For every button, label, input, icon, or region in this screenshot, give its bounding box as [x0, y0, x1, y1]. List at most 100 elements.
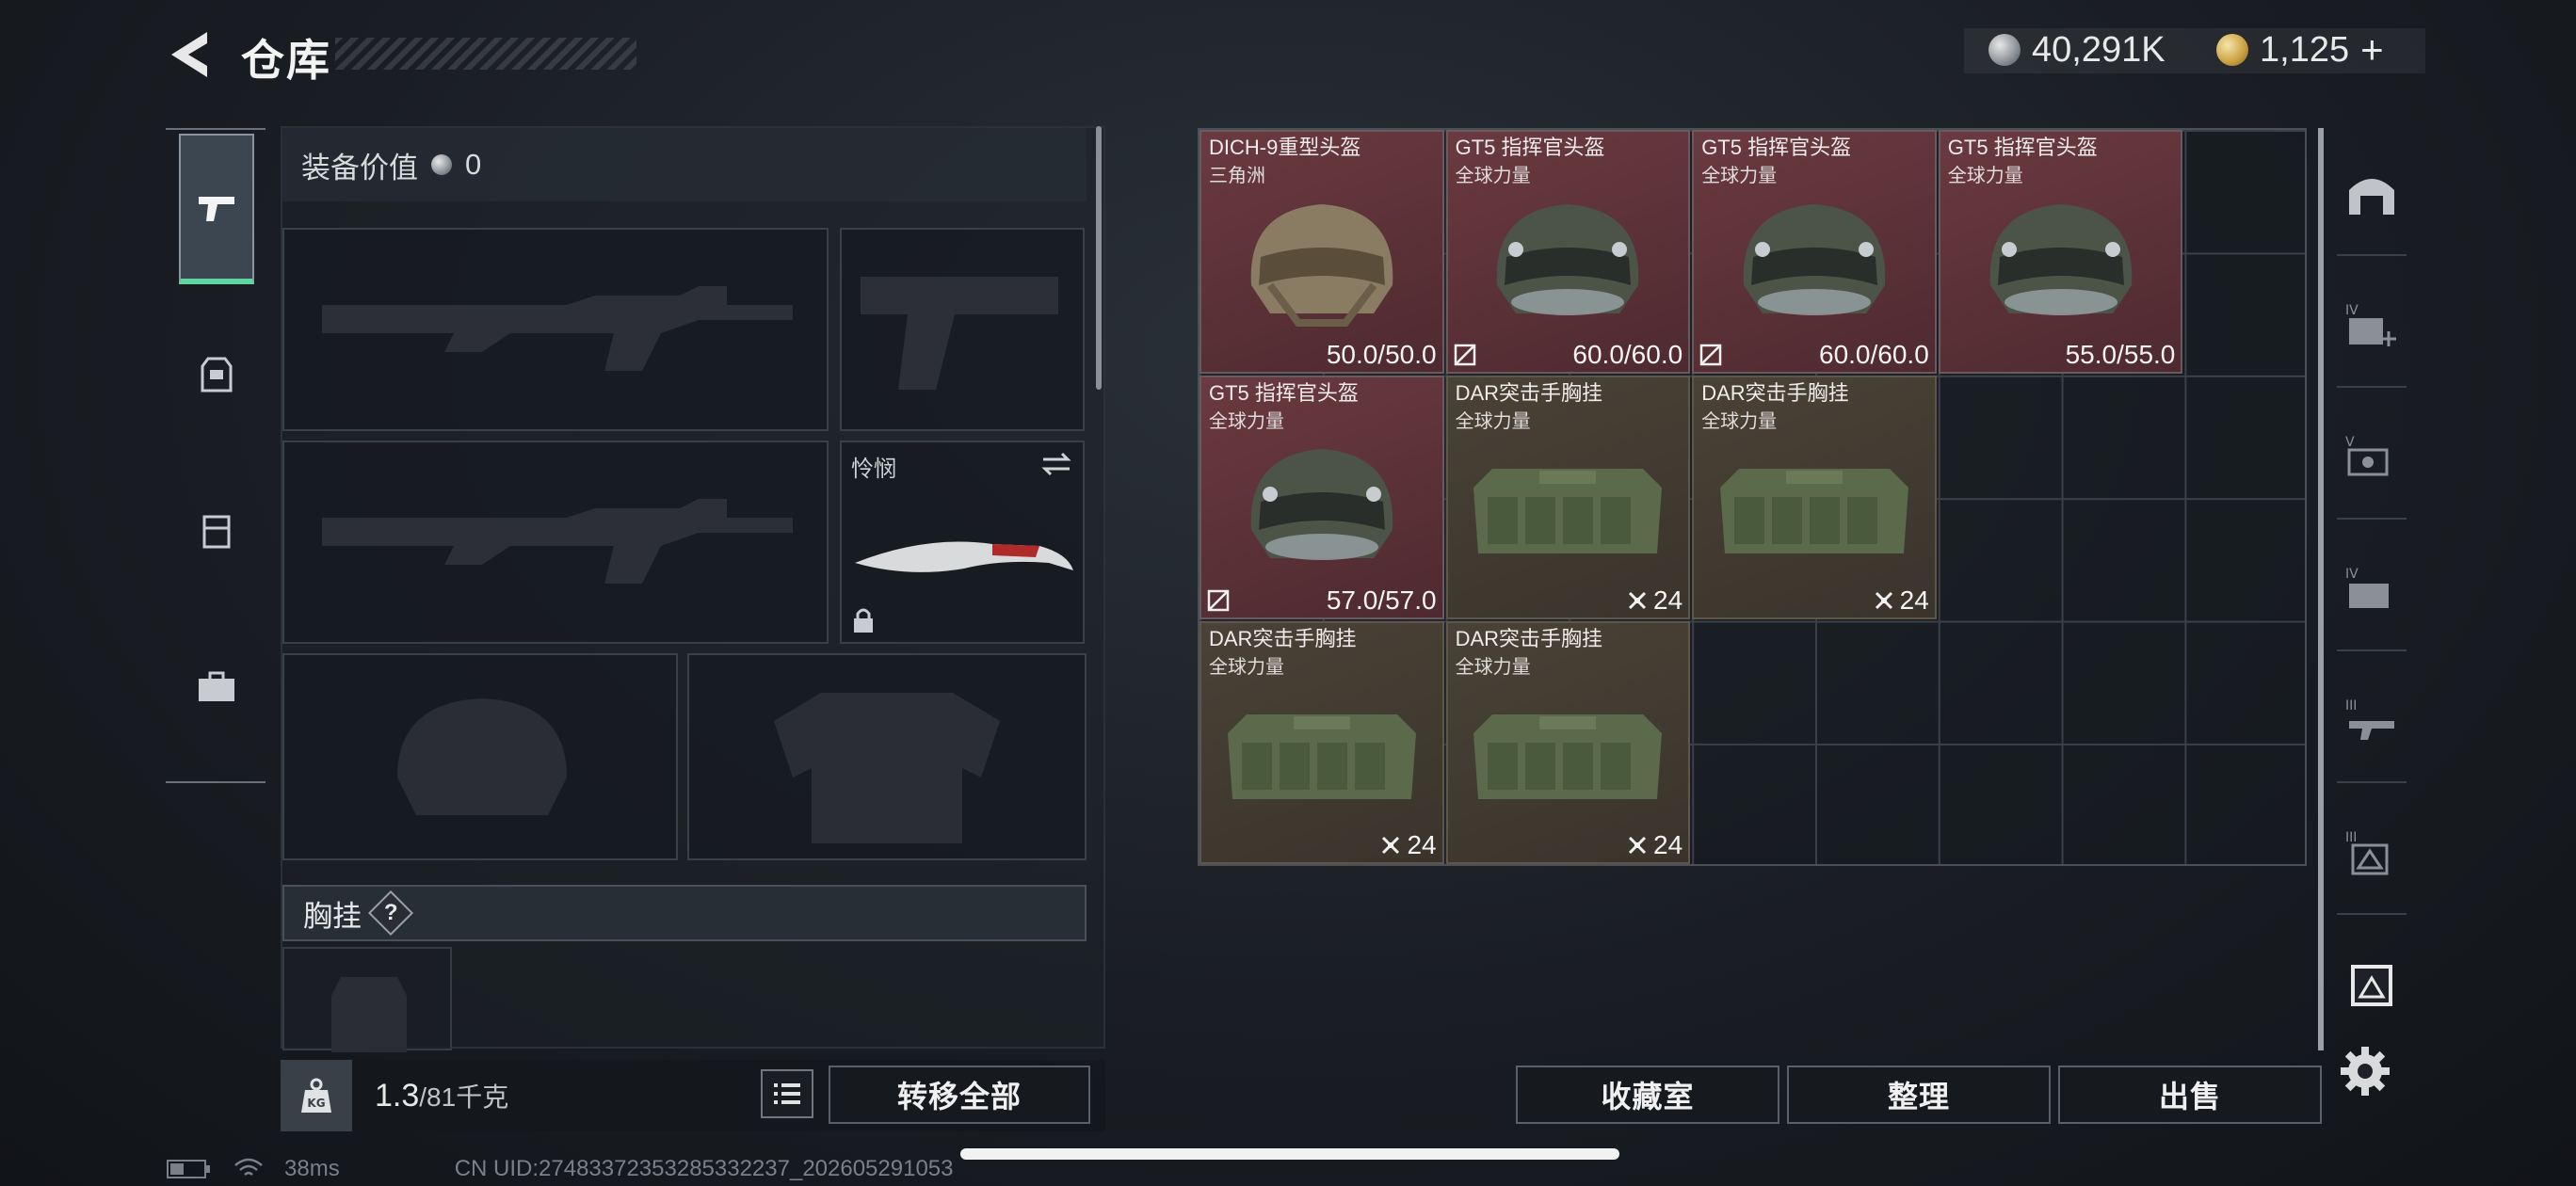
back-icon[interactable]: [166, 28, 213, 81]
tab-storage-iii-a[interactable]: III: [2337, 661, 2407, 783]
nav-weapons[interactable]: [179, 134, 254, 284]
value-coin-icon: [431, 154, 452, 175]
organize-button[interactable]: 整理: [1787, 1066, 2051, 1124]
currency-silver-value: 40,291K: [2032, 29, 2165, 70]
chest-rig-icon: [1719, 469, 1908, 554]
capacity-icon: [1875, 591, 1892, 609]
weapon-rack-icon: III: [2345, 698, 2394, 740]
karambit-icon: [855, 541, 1073, 572]
category-nav: [166, 128, 266, 783]
currency-silver: 40,291K: [1988, 26, 2165, 73]
capacity-icon: [1382, 837, 1400, 855]
chest-rig-icon: [1473, 714, 1663, 800]
inventory-item[interactable]: DAR突击手胸挂 全球力量 24: [1199, 620, 1444, 865]
list-icon: [774, 1083, 800, 1104]
nav-tools[interactable]: [179, 612, 254, 762]
item-value: 24: [1380, 830, 1437, 860]
currency-gold[interactable]: 1,125 +: [2216, 26, 2384, 73]
svg-text:KG: KG: [307, 1097, 325, 1110]
item-value: 55.0/55.0: [2066, 340, 2176, 370]
equipment-value: 0: [465, 148, 482, 181]
item-value-text: 24: [1899, 585, 1929, 615]
item-value: 57.0/57.0: [1327, 585, 1437, 616]
inventory-item[interactable]: DAR突击手胸挂 全球力量 24: [1445, 375, 1691, 619]
item-value-text: 55.0/55.0: [2065, 339, 2176, 369]
chest-rig-slot[interactable]: [282, 947, 452, 1052]
home-indicator[interactable]: [960, 1148, 1619, 1160]
title-decoration: [335, 38, 636, 70]
pistol-silhouette-icon: [861, 277, 1058, 390]
user-uid: CN UID:27483372353285332237_202605291053: [454, 1156, 954, 1181]
helmet-silhouette-icon: [397, 698, 567, 815]
tab-storage-iii-b[interactable]: III: [2337, 793, 2407, 915]
armor-icon: [201, 357, 233, 393]
commander-helmet-icon: [1250, 449, 1393, 561]
storage-expansion-icon: IV: [2345, 303, 2396, 346]
melee-name: 怜悯: [851, 457, 896, 482]
nav-backpack[interactable]: [179, 456, 254, 606]
item-name: DAR突击手胸挂: [1701, 380, 1849, 405]
item-faction: 全球力量: [1701, 410, 1778, 432]
help-icon[interactable]: ?: [367, 890, 414, 937]
storage-box-active-icon: [2351, 965, 2392, 1006]
transfer-all-button[interactable]: 转移全部: [829, 1066, 1090, 1124]
inventory-item[interactable]: GT5 指挥官头盔 全球力量 57.0/57.0: [1199, 375, 1444, 619]
storage-module-icon: V: [2345, 435, 2389, 476]
inventory-item[interactable]: GT5 指挥官头盔 全球力量 60.0/60.0: [1445, 130, 1691, 374]
collection-room-button[interactable]: 收藏室: [1516, 1066, 1779, 1124]
melee-slot[interactable]: 怜悯: [840, 441, 1085, 644]
body-armor-slot[interactable]: [687, 653, 1087, 860]
inventory-item[interactable]: DAR突击手胸挂 全球力量 24: [1692, 375, 1937, 619]
rifle-silhouette-icon: [322, 286, 793, 371]
storage-box-icon: III: [2345, 830, 2389, 875]
add-currency-button[interactable]: +: [2360, 27, 2384, 72]
ping-readout: 38ms: [284, 1156, 340, 1181]
equipment-scrollbar[interactable]: [1096, 126, 1102, 390]
item-name: GT5 指挥官头盔: [1947, 136, 2098, 159]
commander-helmet-icon: [1743, 203, 1886, 315]
sell-button[interactable]: 出售: [2058, 1066, 2322, 1124]
tab-storage-iv-a[interactable]: IV: [2337, 265, 2407, 388]
item-name: GT5 指挥官头盔: [1209, 380, 1359, 405]
list-view-button[interactable]: [761, 1069, 813, 1118]
durability-broken-icon: [1207, 589, 1230, 611]
helmet-slot[interactable]: [282, 653, 678, 860]
tab-storage-v[interactable]: V: [2337, 397, 2407, 520]
item-value-text: 60.0/60.0: [1819, 339, 1929, 369]
svg-text:V: V: [2345, 435, 2355, 450]
item-faction: 三角洲: [1209, 166, 1265, 186]
item-faction: 全球力量: [1455, 410, 1531, 432]
capacity-icon: [1628, 591, 1647, 609]
durability-broken-icon: [1454, 344, 1475, 366]
inventory-item[interactable]: DAR突击手胸挂 全球力量 24: [1445, 620, 1691, 865]
battery-icon: [167, 1160, 210, 1178]
nav-armor[interactable]: [179, 299, 254, 450]
inventory-item[interactable]: GT5 指挥官头盔 全球力量 55.0/55.0: [1938, 130, 2183, 374]
item-name: DAR突击手胸挂: [1455, 626, 1603, 650]
tab-storage-selected[interactable]: [2337, 924, 2407, 1047]
rifle-silhouette-icon: [322, 499, 793, 584]
storage-shelf-icon: IV: [2345, 567, 2389, 608]
item-value: 50.0/50.0: [1327, 340, 1437, 370]
item-value: 24: [1874, 585, 1929, 616]
commander-helmet-icon: [1989, 203, 2132, 315]
inventory-item[interactable]: GT5 指挥官头盔 全球力量 60.0/60.0: [1692, 130, 1937, 374]
silver-coin-icon: [1988, 34, 2021, 66]
gold-coin-icon: [2216, 34, 2248, 66]
tab-storage-iv-b[interactable]: IV: [2337, 529, 2407, 651]
secondary-weapon-slot[interactable]: [282, 441, 829, 644]
primary-weapon-slot[interactable]: [282, 228, 829, 431]
capacity-icon: [1628, 837, 1647, 855]
backpack-icon: [202, 515, 231, 549]
settings-gear-icon[interactable]: [2337, 1043, 2393, 1099]
chest-rig-icon: [1473, 469, 1663, 554]
inventory-item[interactable]: DICH-9重型头盔 三角洲 50.0/50.0: [1199, 130, 1444, 374]
swap-icon[interactable]: [1039, 450, 1073, 478]
item-value-text: 60.0/60.0: [1572, 339, 1683, 369]
tab-main-storage[interactable]: [2337, 134, 2407, 256]
durability-broken-icon: [1699, 344, 1722, 366]
equipment-value-bar: 装备价值 0: [281, 128, 1087, 201]
item-value-text: 24: [1407, 830, 1437, 860]
item-faction: 全球力量: [1455, 166, 1531, 186]
sidearm-slot[interactable]: [840, 228, 1085, 431]
